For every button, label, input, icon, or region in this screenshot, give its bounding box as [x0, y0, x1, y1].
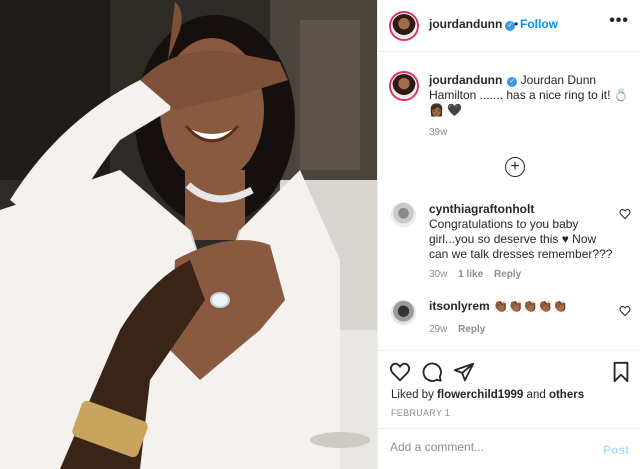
comment-text: 👏🏾👏🏾👏🏾👏🏾👏🏾	[493, 299, 568, 313]
comment-reply-button[interactable]: Reply	[494, 269, 521, 280]
follow-button[interactable]: Follow	[520, 17, 558, 31]
post-comment-button[interactable]: Post	[603, 443, 629, 457]
heart-icon[interactable]	[619, 208, 631, 220]
post-side-panel: jourdandunn ✓ • Follow ••• jourdandunn ✓ J…	[377, 0, 640, 469]
liked-and: and	[526, 389, 546, 401]
author-username[interactable]: jourdandunn	[429, 17, 502, 31]
liked-others-link[interactable]: others	[549, 389, 584, 401]
comment-reply-button[interactable]: Reply	[458, 324, 485, 335]
commenter-avatar[interactable]	[391, 202, 416, 227]
paper-plane-icon[interactable]	[453, 361, 475, 383]
more-options-icon[interactable]: •••	[609, 12, 629, 30]
caption-timestamp[interactable]: 39w	[429, 127, 447, 138]
liked-user-link[interactable]: flowerchild1999	[437, 389, 523, 401]
commenter-avatar[interactable]	[391, 300, 416, 325]
comment-item: cynthiagraftonholt Congratulations to yo…	[429, 202, 614, 262]
add-comment-bar: Post	[378, 428, 640, 469]
comment-time[interactable]: 30w	[429, 269, 447, 280]
caption-author-avatar[interactable]	[389, 71, 419, 101]
liked-prefix: Liked by	[391, 389, 434, 401]
verified-badge-icon: ✓	[507, 77, 518, 87]
post-photo[interactable]	[0, 0, 377, 469]
author-username-row: jourdandunn ✓	[429, 17, 516, 31]
post-date[interactable]: FEBRUARY 1	[391, 408, 450, 418]
comment-username[interactable]: cynthiagraftonholt	[429, 202, 534, 216]
author-avatar[interactable]	[389, 11, 419, 41]
bookmark-icon[interactable]	[610, 361, 632, 383]
comment-text: Congratulations to you baby girl...you s…	[429, 217, 613, 261]
comment-input[interactable]	[390, 440, 590, 454]
post-image	[0, 0, 377, 469]
comment-likes[interactable]: 1 like	[458, 269, 483, 280]
post-header: jourdandunn ✓ • Follow •••	[378, 0, 640, 52]
comment-time[interactable]: 29w	[429, 324, 447, 335]
post-caption: jourdandunn ✓ Jourdan Dunn Hamilton .....…	[429, 73, 629, 118]
comment-bubble-icon[interactable]	[421, 361, 443, 383]
liked-by-summary: Liked by flowerchild1999 and others	[391, 389, 584, 401]
separator-dot: •	[514, 17, 519, 31]
heart-icon[interactable]	[389, 361, 411, 383]
comment-username[interactable]: itsonlyrem	[429, 299, 490, 313]
plus-circle-icon[interactable]: +	[505, 157, 525, 177]
comment-meta: 29w Reply	[429, 324, 493, 335]
comment-item: itsonlyrem 👏🏾👏🏾👏🏾👏🏾👏🏾	[429, 299, 614, 314]
caption-username[interactable]: jourdandunn	[429, 73, 502, 87]
comment-meta: 30w 1 like Reply	[429, 269, 529, 280]
heart-icon[interactable]	[619, 305, 631, 317]
